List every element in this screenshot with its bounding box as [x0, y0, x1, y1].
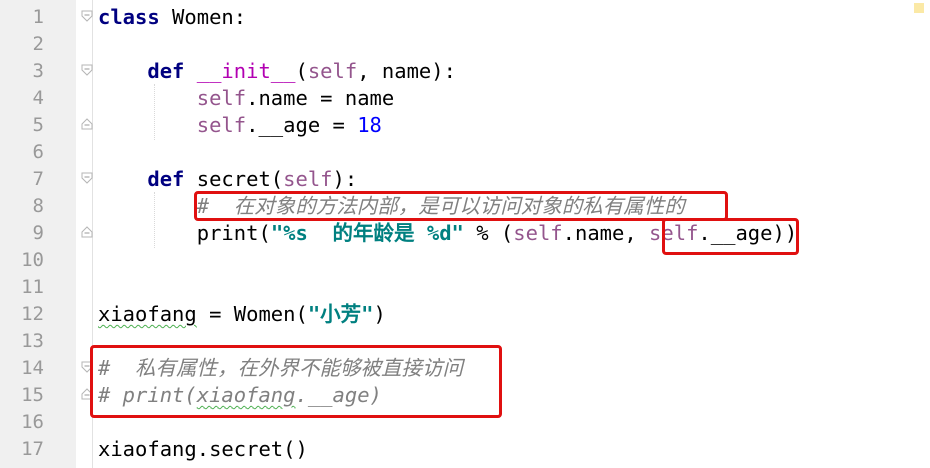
line-number: 9	[32, 222, 44, 244]
line-number: 12	[21, 303, 44, 325]
line-number-gutter: 1 2 3 4 5 6 7 8 9 10 11 12 13 14 15 16 1…	[0, 0, 76, 468]
line-number: 1	[32, 6, 44, 28]
highlight-box-private-comment	[90, 345, 502, 418]
line-number: 8	[32, 195, 44, 217]
highlight-box-self-age	[662, 218, 799, 255]
fold-close-icon[interactable]	[81, 226, 93, 238]
code-line-4[interactable]: self.name = name	[98, 85, 394, 112]
code-line-7[interactable]: def secret(self):	[98, 166, 357, 193]
fold-open-icon[interactable]	[81, 10, 93, 22]
line-number: 4	[32, 87, 44, 109]
fold-open-icon[interactable]	[81, 172, 93, 184]
line-number: 17	[21, 438, 44, 460]
code-line-17[interactable]: xiaofang.secret()	[98, 436, 308, 463]
line-number: 14	[21, 357, 44, 379]
line-number: 5	[32, 114, 44, 136]
line-number: 13	[21, 330, 44, 352]
code-line-1[interactable]: class Women:	[98, 4, 246, 31]
code-line-5[interactable]: self.__age = 18	[98, 112, 382, 139]
code-editor[interactable]: 1 2 3 4 5 6 7 8 9 10 11 12 13 14 15 16 1…	[0, 0, 930, 468]
fold-open-icon[interactable]	[81, 64, 93, 76]
inspection-marker[interactable]	[914, 3, 924, 13]
fold-close-icon[interactable]	[81, 118, 93, 130]
code-line-12[interactable]: xiaofang = Women("小芳")	[98, 301, 386, 328]
line-number: 6	[32, 141, 44, 163]
code-line-3[interactable]: def __init__(self, name):	[98, 58, 456, 85]
line-number: 11	[21, 276, 44, 298]
line-number: 2	[32, 33, 44, 55]
line-number: 10	[21, 249, 44, 271]
line-number: 3	[32, 60, 44, 82]
line-number: 16	[21, 411, 44, 433]
line-number: 7	[32, 168, 44, 190]
highlight-box-comment	[194, 191, 728, 221]
line-number: 15	[21, 384, 44, 406]
